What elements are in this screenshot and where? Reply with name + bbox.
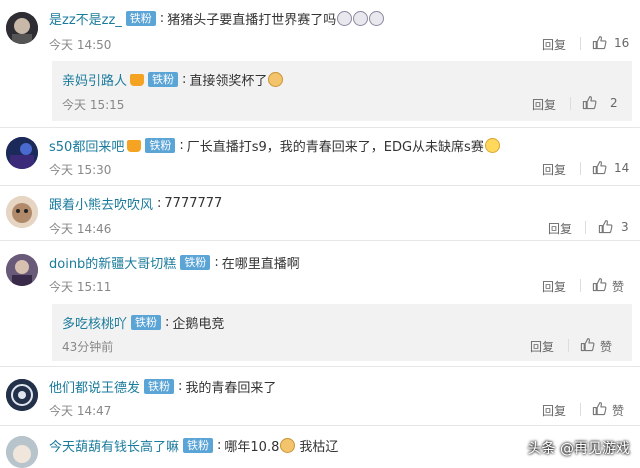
username-link[interactable]: doinb的新疆大哥切糕 bbox=[49, 253, 176, 272]
colon: : bbox=[157, 196, 162, 211]
comment-time: 43分钟前 bbox=[62, 340, 114, 354]
colon: : bbox=[217, 438, 222, 453]
crown-icon bbox=[130, 73, 145, 86]
username-link[interactable]: 跟着小熊去吹吹风 bbox=[49, 194, 153, 213]
like-button-label[interactable]: 赞 bbox=[600, 338, 612, 355]
avatar[interactable] bbox=[6, 137, 38, 169]
like-count: 2 bbox=[610, 96, 618, 110]
username-link[interactable]: 是zz不是zz_ bbox=[49, 9, 122, 28]
fan-badge: 铁粉 bbox=[131, 315, 162, 330]
crown-icon bbox=[127, 139, 142, 152]
comment-time: 今天 15:30 bbox=[49, 163, 112, 177]
thumbs-up-icon[interactable] bbox=[592, 401, 607, 416]
reply-button[interactable]: 回复 bbox=[542, 278, 566, 295]
sub-comment-item: 亲妈引路人 铁粉 : 直接领奖杯了 今天 15:15 回复 2 bbox=[0, 61, 640, 121]
dog-emoji-icon bbox=[268, 72, 284, 87]
fan-badge: 铁粉 bbox=[145, 138, 176, 153]
fan-badge: 铁粉 bbox=[180, 255, 211, 270]
cry-emoji-icon bbox=[337, 11, 353, 26]
like-count: 14 bbox=[614, 161, 630, 175]
comment-text-continued: 我枯辽 bbox=[299, 440, 339, 455]
comment-header: 多吃核桃吖 铁粉 : 企鹅电竞 bbox=[62, 313, 224, 332]
cry-emoji-icon bbox=[353, 11, 369, 26]
avatar[interactable] bbox=[6, 436, 38, 468]
thumbs-up-icon[interactable] bbox=[592, 277, 607, 292]
reply-button[interactable]: 回复 bbox=[542, 402, 566, 419]
like-button-label[interactable]: 赞 bbox=[612, 402, 624, 419]
comment-header: 是zz不是zz_ 铁粉 : 猪猪头子要直播打世界赛了吗 bbox=[49, 9, 385, 28]
comment-item: 他们都说王德发 铁粉 : 我的青春回来了 今天 14:47 回复 赞 bbox=[0, 367, 640, 425]
comment-time: 今天 15:11 bbox=[49, 280, 112, 294]
like-count: 16 bbox=[614, 36, 630, 50]
colon: : bbox=[159, 11, 165, 26]
comment-time: 今天 14:46 bbox=[49, 222, 112, 236]
reply-button[interactable]: 回复 bbox=[548, 220, 572, 237]
comment-item: doinb的新疆大哥切糕 铁粉 : 在哪里直播啊 今天 15:11 回复 赞 bbox=[0, 241, 640, 299]
comment-time: 今天 15:15 bbox=[62, 98, 125, 112]
reply-button[interactable]: 回复 bbox=[542, 36, 566, 53]
comment-item: 是zz不是zz_ 铁粉 : 猪猪头子要直播打世界赛了吗 今天 14:50 回复 … bbox=[0, 0, 640, 60]
username-link[interactable]: 他们都说王德发 bbox=[49, 377, 140, 396]
divider bbox=[570, 97, 571, 110]
divider bbox=[585, 221, 586, 234]
thumbs-up-icon[interactable] bbox=[592, 35, 607, 50]
username-link[interactable]: 今天葫葫有钱长高了嘛 bbox=[49, 436, 179, 455]
username-link[interactable]: 多吃核桃吖 bbox=[62, 313, 127, 332]
comment-item: s50都回来吧 铁粉 : 厂长直播打s9，我的青春回来了，EDG从未缺席s赛 今… bbox=[0, 128, 640, 188]
divider bbox=[580, 162, 581, 175]
reply-button[interactable]: 回复 bbox=[530, 338, 554, 355]
comment-text: 企鹅电竞 bbox=[172, 317, 225, 332]
comment-header: 今天葫葫有钱长高了嘛 铁粉 : 哪年10.8 我枯辽 bbox=[49, 436, 338, 455]
comment-text: 7777777 bbox=[164, 196, 223, 211]
fan-badge: 铁粉 bbox=[144, 379, 175, 394]
comment-text: 在哪里直播啊 bbox=[221, 257, 300, 272]
colon: : bbox=[179, 138, 184, 153]
comment-text: 哪年10.8 bbox=[224, 440, 280, 455]
avatar[interactable] bbox=[6, 196, 38, 228]
divider bbox=[568, 339, 569, 352]
cry-emoji-icon bbox=[369, 11, 385, 26]
comment-item: 跟着小熊去吹吹风 : 7777777 今天 14:46 回复 3 bbox=[0, 186, 640, 241]
like-count: 3 bbox=[621, 220, 629, 234]
avatar[interactable] bbox=[6, 254, 38, 286]
colon: : bbox=[182, 72, 187, 87]
avatar[interactable] bbox=[6, 379, 38, 411]
dog-emoji-icon bbox=[280, 438, 296, 453]
reply-button[interactable]: 回复 bbox=[532, 96, 556, 113]
fan-badge: 铁粉 bbox=[125, 11, 156, 26]
comment-text: 我的青春回来了 bbox=[185, 381, 277, 396]
comment-header: 亲妈引路人 铁粉 : 直接领奖杯了 bbox=[62, 70, 284, 89]
comment-header: 跟着小熊去吹吹风 : 7777777 bbox=[49, 194, 222, 213]
divider bbox=[580, 37, 581, 50]
username-link[interactable]: s50都回来吧 bbox=[49, 136, 124, 155]
like-button-label[interactable]: 赞 bbox=[612, 278, 624, 295]
comment-time: 今天 14:50 bbox=[49, 38, 112, 52]
comment-text: 猪猪头子要直播打世界赛了吗 bbox=[167, 13, 337, 28]
thumbs-up-icon[interactable] bbox=[592, 160, 607, 175]
fan-badge: 铁粉 bbox=[183, 438, 214, 453]
reply-button[interactable]: 回复 bbox=[542, 161, 566, 178]
comment-text: 直接领奖杯了 bbox=[189, 74, 268, 89]
divider bbox=[580, 403, 581, 416]
colon: : bbox=[165, 315, 170, 330]
colon: : bbox=[214, 255, 219, 270]
thumbs-up-icon[interactable] bbox=[580, 337, 595, 352]
comment-header: doinb的新疆大哥切糕 铁粉 : 在哪里直播啊 bbox=[49, 253, 300, 272]
thumbs-up-icon[interactable] bbox=[582, 95, 597, 110]
username-link[interactable]: 亲妈引路人 bbox=[62, 70, 127, 89]
sub-comment-item: 多吃核桃吖 铁粉 : 企鹅电竞 43分钟前 回复 赞 bbox=[0, 304, 640, 361]
thumbs-up-icon[interactable] bbox=[598, 219, 613, 234]
comment-time: 今天 14:47 bbox=[49, 404, 112, 418]
watermark: 头条 @再见游戏 bbox=[527, 441, 630, 457]
avatar[interactable] bbox=[6, 12, 38, 44]
comment-header: 他们都说王德发 铁粉 : 我的青春回来了 bbox=[49, 377, 276, 396]
tear-emoji-icon bbox=[484, 138, 500, 153]
fan-badge: 铁粉 bbox=[148, 72, 179, 87]
colon: : bbox=[178, 379, 183, 394]
divider bbox=[580, 279, 581, 292]
comment-text: 厂长直播打s9，我的青春回来了，EDG从未缺席s赛 bbox=[186, 140, 484, 155]
comment-header: s50都回来吧 铁粉 : 厂长直播打s9，我的青春回来了，EDG从未缺席s赛 bbox=[49, 136, 500, 155]
